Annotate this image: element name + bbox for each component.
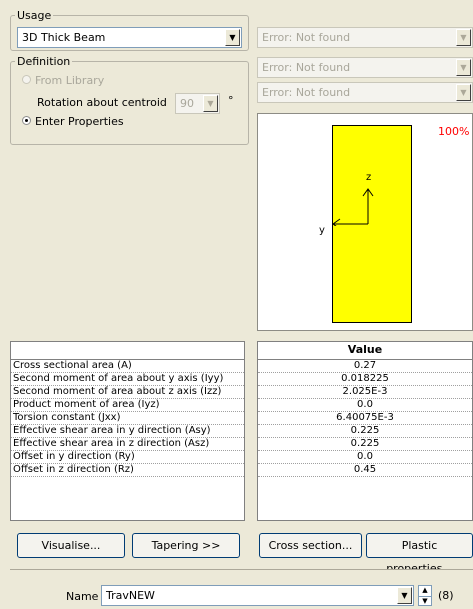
rotation-unit: ° — [228, 94, 234, 107]
error-combo-1[interactable]: Error: Not found ▼ — [257, 27, 473, 48]
property-value-cell[interactable]: 6.40075E-3 — [258, 412, 472, 425]
spin-up-icon[interactable]: ▲ — [419, 586, 431, 597]
axis-icon — [332, 188, 374, 226]
plastic-properties-button[interactable]: Plastic properties... — [366, 533, 473, 575]
from-library-label: From Library — [35, 74, 105, 87]
rotation-select[interactable]: 90 ▼ — [175, 93, 220, 114]
property-value-cell[interactable]: 0.45 — [258, 464, 472, 477]
property-name-cell: Offset in z direction (Rz) — [11, 464, 244, 477]
spin-down-icon[interactable]: ▼ — [419, 597, 431, 606]
rotation-value: 90 — [180, 97, 194, 110]
name-spinner[interactable]: ▲ ▼ — [418, 585, 432, 606]
property-value-cell[interactable]: 0.225 — [258, 438, 472, 451]
from-library-radio[interactable]: From Library — [17, 74, 157, 87]
property-value-cell[interactable]: 2.025E-3 — [258, 386, 472, 399]
usage-select-value: 3D Thick Beam — [22, 31, 106, 44]
error-combo-1-text: Error: Not found — [262, 31, 351, 44]
visualise-button[interactable]: Visualise... — [17, 533, 125, 558]
property-value-cell[interactable]: 0.0 — [258, 399, 472, 412]
error-combo-2-text: Error: Not found — [262, 61, 351, 74]
property-name-cell: Second moment of area about z axis (Izz) — [11, 386, 244, 399]
property-value-cell[interactable]: 0.225 — [258, 425, 472, 438]
property-name-cell: Torsion constant (Jxx) — [11, 412, 244, 425]
cross-section-button[interactable]: Cross section... — [259, 533, 362, 558]
property-values-table: Value 0.27 0.018225 2.025E-3 0.0 6.40075E-3 0… — [257, 341, 473, 521]
enter-properties-radio[interactable]: Enter Properties — [17, 115, 157, 128]
chevron-down-icon[interactable]: ▼ — [456, 84, 471, 101]
property-name-cell: Cross sectional area (A) — [11, 360, 244, 373]
property-name-cell: Effective shear area in y direction (Asy… — [11, 425, 244, 438]
property-values-rows: 0.27 0.018225 2.025E-3 0.0 6.40075E-3 0.225 0.… — [258, 360, 472, 477]
chevron-down-icon[interactable]: ▼ — [456, 29, 471, 46]
chevron-down-icon[interactable]: ▼ — [456, 59, 471, 76]
usage-select[interactable]: 3D Thick Beam ▼ — [17, 27, 242, 48]
zoom-level: 100% — [438, 125, 470, 138]
radio-icon — [22, 75, 31, 84]
error-combo-3-text: Error: Not found — [262, 86, 351, 99]
value-column-header: Value — [258, 342, 472, 360]
enter-properties-label: Enter Properties — [35, 115, 124, 128]
name-select[interactable]: TravNEW ▼ — [101, 585, 414, 606]
property-name-cell: Effective shear area in z direction (Asz… — [11, 438, 244, 451]
tapering-button[interactable]: Tapering >> — [132, 533, 240, 558]
property-names-header — [11, 342, 244, 360]
rotation-label: Rotation about centroid — [37, 96, 167, 109]
property-name-cell: Second moment of area about y axis (Iyy) — [11, 373, 244, 386]
chevron-down-icon[interactable]: ▼ — [397, 587, 412, 604]
chevron-down-icon[interactable]: ▼ — [203, 95, 218, 112]
axis-y-label: y — [319, 225, 325, 236]
property-names-table: Cross sectional area (A) Second moment of… — [10, 341, 245, 521]
property-value-cell[interactable]: 0.018225 — [258, 373, 472, 386]
usage-legend: Usage — [15, 9, 54, 22]
definition-legend: Definition — [15, 55, 73, 68]
property-names-rows: Cross sectional area (A) Second moment of… — [11, 360, 244, 477]
error-combo-2[interactable]: Error: Not found ▼ — [257, 57, 473, 78]
property-name-cell: Product moment of area (Iyz) — [11, 399, 244, 412]
axis-z-label: z — [366, 172, 372, 183]
radio-icon — [22, 116, 31, 125]
error-combo-3[interactable]: Error: Not found ▼ — [257, 82, 473, 103]
property-value-cell[interactable]: 0.27 — [258, 360, 472, 373]
property-value-cell[interactable]: 0.0 — [258, 451, 472, 464]
name-count: (8) — [438, 589, 454, 602]
chevron-down-icon[interactable]: ▼ — [225, 29, 240, 46]
name-select-value: TravNEW — [106, 589, 155, 602]
name-label: Name — [66, 590, 99, 603]
property-name-cell: Offset in y direction (Ry) — [11, 451, 244, 464]
